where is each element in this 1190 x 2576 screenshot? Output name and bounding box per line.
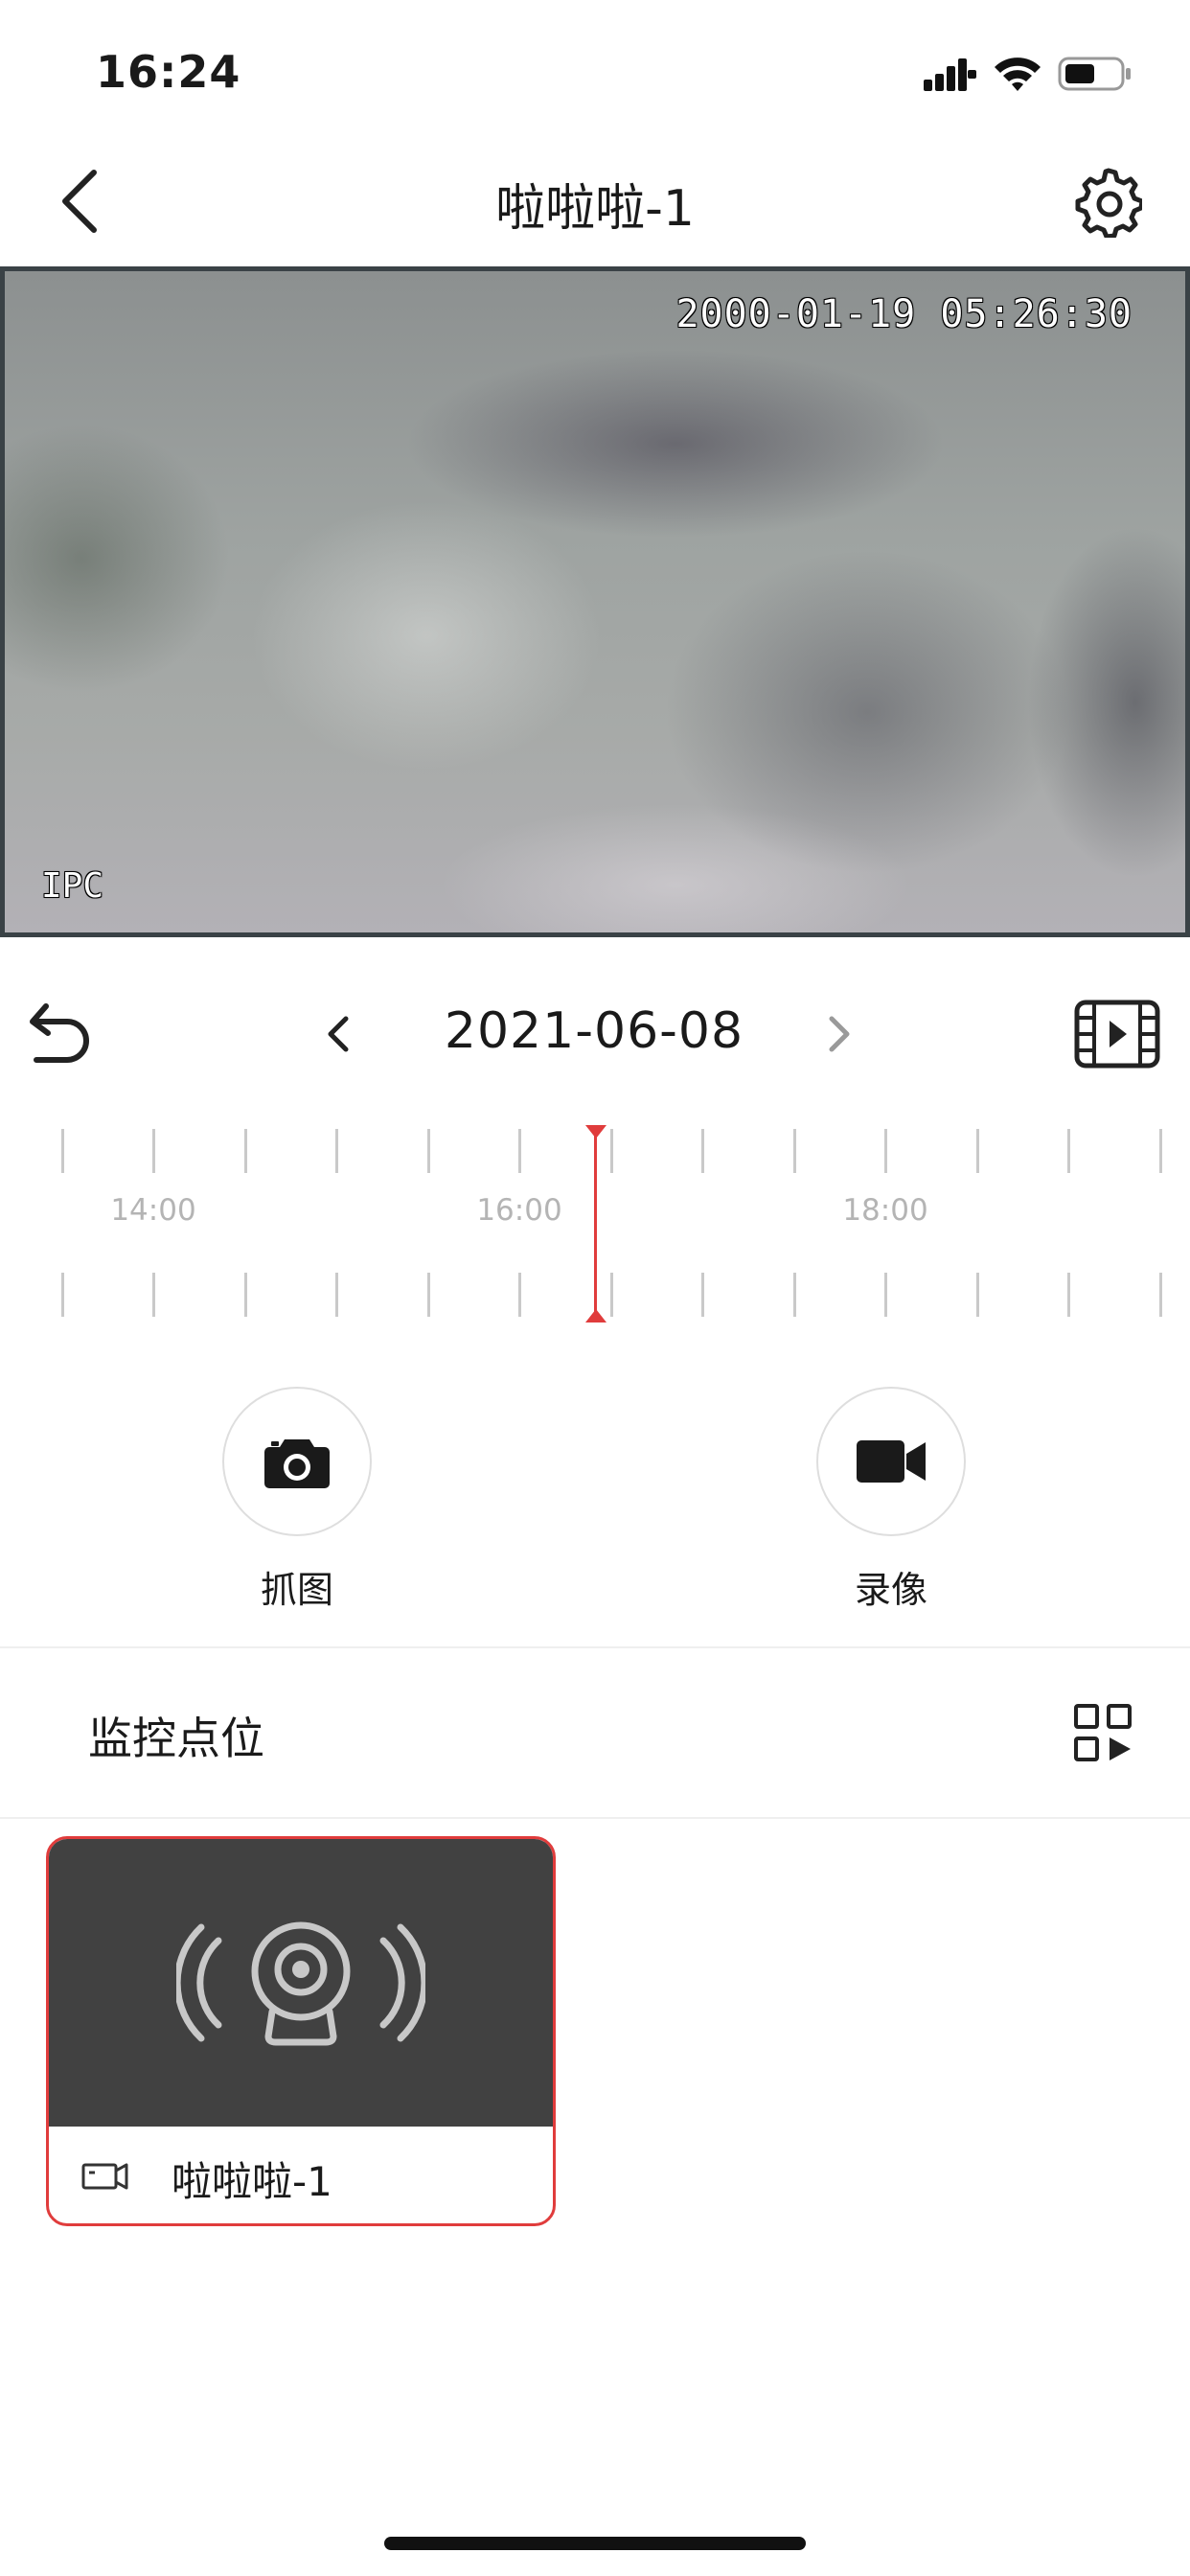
snapshot-label: 抓图 — [260, 1569, 333, 1611]
device-card-footer: 啦啦啦-1 — [49, 2127, 553, 2223]
video-player[interactable]: 2000-01-19 05:26:30 IPC — [0, 266, 1190, 937]
divider — [0, 1817, 1190, 1819]
snapshot-button[interactable] — [222, 1387, 372, 1536]
home-indicator[interactable] — [384, 2537, 806, 2550]
previous-date-icon[interactable] — [321, 1013, 355, 1055]
return-live-icon[interactable] — [25, 995, 94, 1071]
timeline-label: 16:00 — [476, 1193, 562, 1228]
timeline-scrubber[interactable]: 14:00 16:00 18:00 — [0, 1121, 1190, 1322]
record-button[interactable] — [816, 1387, 966, 1536]
wifi-icon — [995, 58, 1041, 91]
record-label: 录像 — [854, 1569, 927, 1611]
page-title: 啦啦啦-1 — [495, 180, 695, 238]
battery-icon — [1058, 57, 1131, 91]
camera-icon — [264, 1439, 330, 1488]
settings-gear-icon[interactable] — [1075, 165, 1142, 238]
multi-view-grid-icon[interactable] — [1073, 1703, 1133, 1762]
camera-device-icon — [81, 2163, 128, 2190]
date-label[interactable]: 2021-06-08 — [402, 1002, 786, 1060]
cellular-signal-icon — [924, 58, 976, 91]
timeline-needle-bottom — [585, 1309, 606, 1322]
status-icons — [924, 50, 1133, 98]
video-osd-label: IPC — [41, 866, 104, 906]
next-date-icon[interactable] — [822, 1013, 857, 1055]
device-thumbnail — [49, 1839, 553, 2127]
status-time: 16:24 — [96, 46, 241, 98]
video-osd-timestamp: 2000-01-19 05:26:30 — [675, 292, 1133, 336]
divider — [0, 1646, 1190, 1648]
video-camera-icon — [857, 1440, 926, 1483]
timeline-label: 14:00 — [110, 1193, 196, 1228]
timeline-label: 18:00 — [842, 1193, 928, 1228]
recording-playback-icon[interactable] — [1073, 999, 1161, 1070]
section-title: 监控点位 — [88, 1713, 264, 1764]
webcam-broadcast-icon — [176, 1921, 425, 2046]
device-name: 啦啦啦-1 — [172, 2158, 332, 2205]
timeline-playhead — [594, 1131, 597, 1319]
device-card[interactable]: 啦啦啦-1 — [46, 1836, 556, 2226]
